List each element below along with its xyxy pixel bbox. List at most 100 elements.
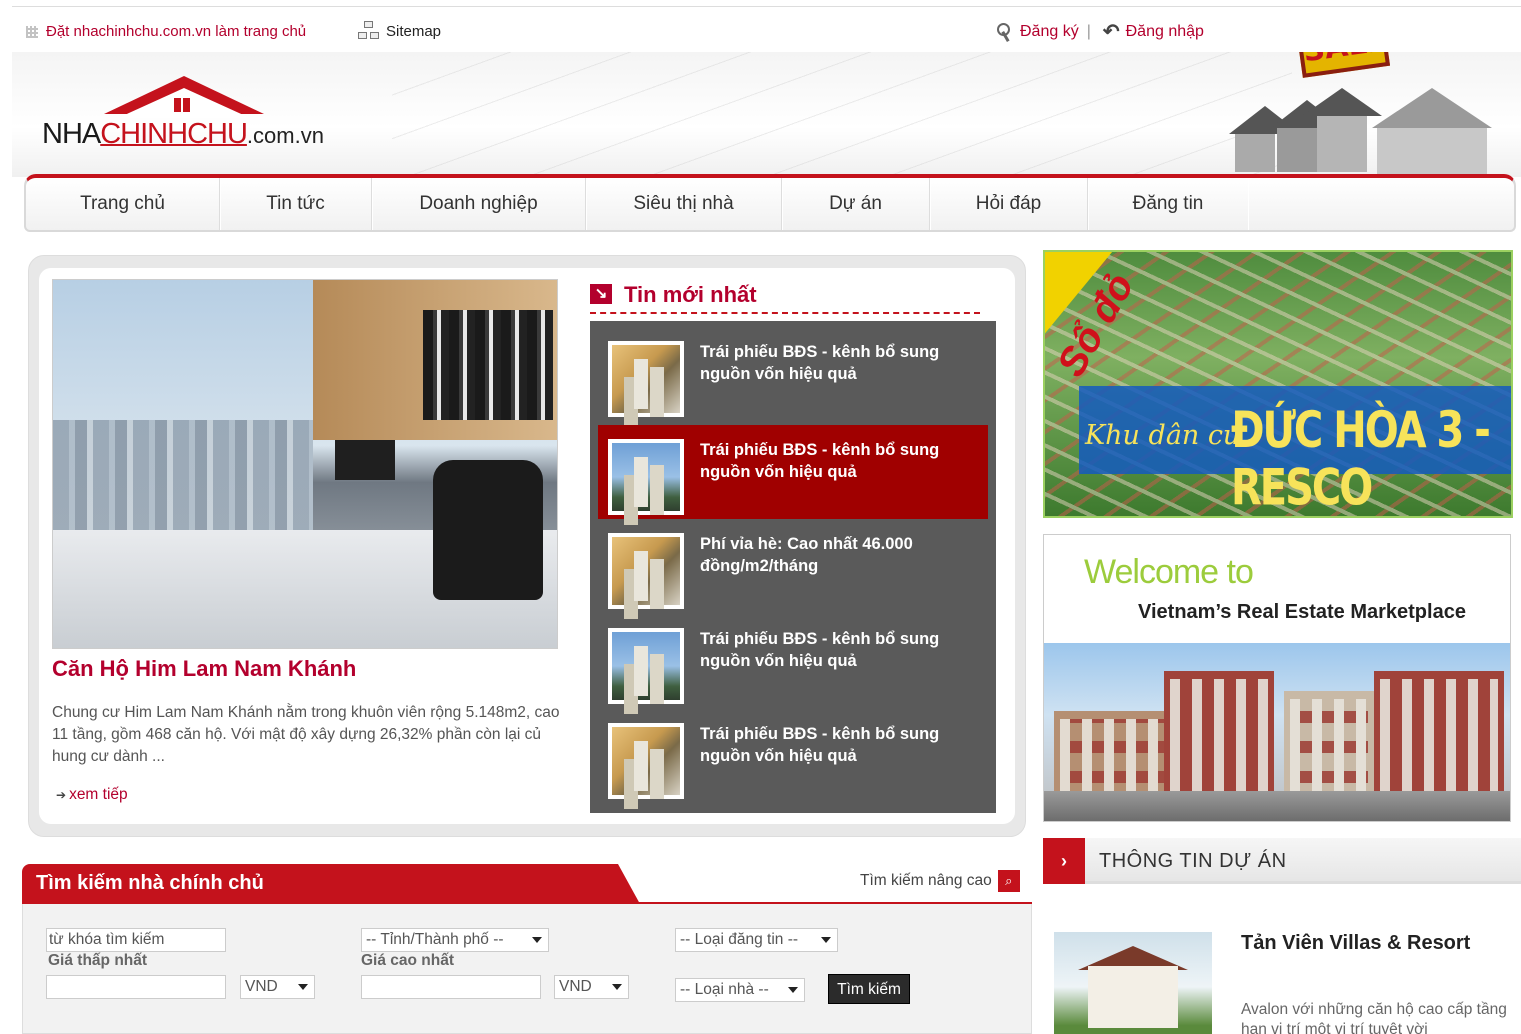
nav-item-house-market[interactable]: Siêu thị nhà <box>586 178 782 230</box>
latest-news-heading: ↘ Tin mới nhất <box>590 282 980 314</box>
house-illustration <box>1372 88 1492 177</box>
news-thumbnail <box>608 533 684 609</box>
city-select[interactable]: -- Tỉnh/Thành phố -- <box>361 928 549 952</box>
news-title: Trái phiếu BĐS - kênh bổ sung nguồn vốn … <box>700 630 940 670</box>
list-item[interactable]: Trái phiếu BĐS - kênh bổ sung nguồn vốn … <box>598 709 988 803</box>
news-title: Trái phiếu BĐS - kênh bổ sung nguồn vốn … <box>700 725 940 765</box>
logo-domain: .com.vn <box>246 123 324 148</box>
search-tab: Tìm kiếm nhà chính chủ <box>22 864 640 904</box>
banner-name: ĐỨC HÒA 3 - RESCO <box>1231 402 1491 517</box>
keyword-input[interactable]: từ khóa tìm kiếm <box>46 928 226 952</box>
advanced-search-label: Tìm kiếm nâng cao <box>860 872 992 889</box>
currency-min-value: VND <box>245 978 278 995</box>
project-info-heading: › THÔNG TIN DỰ ÁN <box>1043 838 1521 884</box>
news-thumbnail <box>608 439 684 515</box>
search-icon: ⌕ <box>997 870 1020 892</box>
nav-item-home[interactable]: Trang chủ <box>26 178 220 230</box>
sitemap-link[interactable]: Sitemap <box>358 21 441 41</box>
site-logo[interactable]: NHACHINHCHU.com.vn <box>42 76 342 166</box>
main-nav: Trang chủ Tin tức Doanh nghiệp Siêu thị … <box>24 174 1516 232</box>
thumb-image <box>612 727 680 795</box>
sitemap-icon <box>358 21 380 41</box>
min-price-label: Giá thấp nhất <box>48 952 148 969</box>
sale-houses-illustration: SALE <box>1207 52 1507 177</box>
photo-monitor <box>335 440 395 480</box>
thumb-image <box>612 537 680 605</box>
arrow-right-icon: ➔ <box>56 788 67 802</box>
house-illustration <box>1271 100 1343 172</box>
advanced-search-link[interactable]: Tìm kiếm nâng cao ⌕ <box>860 870 1020 892</box>
house-type-select-value: -- Loại nhà -- <box>680 981 769 998</box>
news-thumbnail <box>608 723 684 799</box>
latest-news-title: Tin mới nhất <box>624 282 757 307</box>
news-thumbnail <box>608 341 684 417</box>
house-illustration <box>1302 88 1382 172</box>
project-title[interactable]: Tản Viên Villas & Resort <box>1241 930 1471 956</box>
chevron-down-icon <box>298 984 308 990</box>
logo-text-part2: CHINHCHU <box>100 118 248 150</box>
resco-banner-ad[interactable]: Sổ đỏ Khu dân cư ĐỨC HÒA 3 - RESCO <box>1043 250 1513 518</box>
currency-select-min[interactable]: VND <box>240 975 315 999</box>
read-more-label: xem tiếp <box>69 786 128 803</box>
list-item[interactable]: Trái phiếu BĐS - kênh bổ sung nguồn vốn … <box>598 425 988 519</box>
list-item[interactable]: Trái phiếu BĐS - kênh bổ sung nguồn vốn … <box>598 327 988 421</box>
featured-title[interactable]: Căn Hộ Him Lam Nam Khánh <box>52 656 356 682</box>
sale-sign: SALE <box>1295 52 1391 78</box>
auth-links: Đăng ký | ↶ Đăng nhập <box>994 19 1204 44</box>
site-header: NHACHINHCHU.com.vn SALE <box>12 52 1521 177</box>
sitemap-label: Sitemap <box>386 22 442 40</box>
news-title: Phí vỉa hè: Cao nhất 46.000 đồng/m2/thán… <box>700 535 913 575</box>
banner-prefix: Khu dân cư <box>1085 420 1241 451</box>
project-thumbnail[interactable] <box>1054 932 1212 1034</box>
villa-body <box>1088 966 1178 1028</box>
set-homepage-link[interactable]: Đặt nhachinhchu.com.vn làm trang chủ <box>26 23 306 40</box>
post-type-select[interactable]: -- Loại đăng tin -- <box>675 928 838 952</box>
news-title: Trái phiếu BĐS - kênh bổ sung nguồn vốn … <box>700 441 940 481</box>
set-homepage-label: Đặt nhachinhchu.com.vn làm trang chủ <box>46 23 307 40</box>
city-select-value: -- Tỉnh/Thành phố -- <box>366 931 504 948</box>
banner-band: Khu dân cư ĐỨC HÒA 3 - RESCO <box>1079 386 1511 516</box>
nav-item-projects[interactable]: Dự án <box>782 178 930 230</box>
welcome-tagline: Vietnam’s Real Estate Marketplace <box>1138 601 1466 623</box>
nav-item-qa[interactable]: Hỏi đáp <box>930 178 1088 230</box>
photo-books <box>423 310 553 420</box>
arrow-box-icon: ↘ <box>590 284 612 304</box>
auth-separator: | <box>1086 22 1091 40</box>
thumb-image <box>612 443 680 511</box>
register-link[interactable]: Đăng ký <box>1020 23 1079 41</box>
welcome-banner-ad[interactable]: Welcome to Vietnam’s Real Estate Marketp… <box>1043 534 1511 822</box>
list-item[interactable]: Phí vỉa hè: Cao nhất 46.000 đồng/m2/thán… <box>598 519 988 613</box>
search-title: Tìm kiếm nhà chính chủ <box>36 872 264 894</box>
post-type-select-value: -- Loại đăng tin -- <box>680 931 799 948</box>
logo-text-part1: NHA <box>42 118 101 150</box>
house-illustration <box>1229 106 1301 172</box>
nav-item-post-listing[interactable]: Đăng tin <box>1088 178 1248 230</box>
featured-photo[interactable] <box>52 279 558 649</box>
search-button[interactable]: Tìm kiếm <box>828 974 910 1004</box>
photo-chair <box>433 460 543 600</box>
chevron-down-icon <box>612 984 622 990</box>
chevron-down-icon <box>532 937 542 943</box>
blueprint-background <box>392 52 1292 177</box>
list-item[interactable]: Trái phiếu BĐS - kênh bổ sung nguồn vốn … <box>598 614 988 708</box>
max-price-input[interactable] <box>361 975 541 999</box>
chevron-right-icon: › <box>1043 838 1085 884</box>
news-thumbnail <box>608 628 684 704</box>
nav-item-news[interactable]: Tin tức <box>220 178 372 230</box>
house-type-select[interactable]: -- Loại nhà -- <box>675 978 805 1002</box>
chevron-down-icon <box>821 937 831 943</box>
read-more-link[interactable]: ➔ xem tiếp <box>56 786 128 804</box>
max-price-label: Giá cao nhất <box>361 952 455 969</box>
min-price-input[interactable] <box>46 975 226 999</box>
project-info-title: THÔNG TIN DỰ ÁN <box>1099 850 1287 872</box>
photo-city <box>53 420 313 530</box>
currency-max-value: VND <box>559 978 592 995</box>
nav-item-business[interactable]: Doanh nghiệp <box>372 178 586 230</box>
logo-window <box>174 98 190 112</box>
thumb-image <box>612 345 680 413</box>
login-link[interactable]: Đăng nhập <box>1126 23 1204 41</box>
currency-select-max[interactable]: VND <box>554 975 629 999</box>
featured-description: Chung cư Him Lam Nam Khánh nằm trong khu… <box>52 704 560 765</box>
chevron-down-icon <box>788 987 798 993</box>
search-form <box>22 904 1032 1034</box>
